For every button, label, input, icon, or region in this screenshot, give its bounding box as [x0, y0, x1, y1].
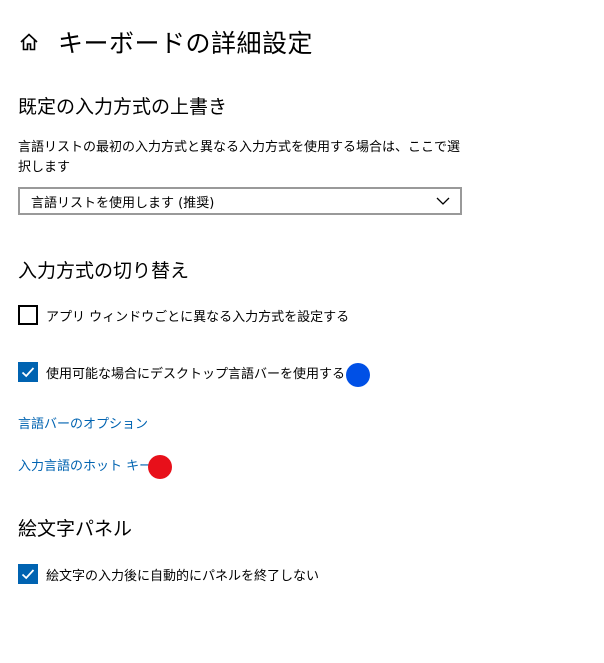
- per-app-checkbox[interactable]: [18, 305, 38, 325]
- section-title-override: 既定の入力方式の上書き: [18, 96, 228, 118]
- input-method-dropdown[interactable]: 言語リストを使用します (推奨): [18, 187, 462, 215]
- per-app-label: アプリ ウィンドウごとに異なる入力方式を設定する: [46, 309, 350, 325]
- desktop-language-bar-checkbox[interactable]: [18, 362, 38, 382]
- red-marker-dot: [148, 455, 172, 479]
- page-title: キーボードの詳細設定: [58, 29, 314, 58]
- section-title-switching: 入力方式の切り替え: [18, 260, 190, 282]
- emoji-keep-open-label: 絵文字の入力後に自動的にパネルを終了しない: [46, 568, 320, 584]
- override-description: 言語リストの最初の入力方式と異なる入力方式を使用する場合は、ここで選択します: [18, 140, 461, 175]
- emoji-keep-open-checkbox[interactable]: [18, 564, 38, 584]
- chevron-down-icon: [436, 195, 450, 207]
- section-title-emoji: 絵文字パネル: [18, 518, 133, 540]
- blue-marker-dot: [346, 363, 370, 387]
- dropdown-selected-value: 言語リストを使用します (推奨): [31, 195, 215, 211]
- home-icon[interactable]: [18, 31, 40, 53]
- language-bar-options-link[interactable]: 言語バーのオプション: [18, 413, 148, 432]
- page-header: キーボードの詳細設定: [18, 24, 313, 60]
- desktop-language-bar-label: 使用可能な場合にデスクトップ言語バーを使用する: [46, 366, 346, 382]
- emoji-panel-keep-open-option[interactable]: 絵文字の入力後に自動的にパネルを終了しない: [18, 564, 319, 584]
- input-language-hot-keys-link[interactable]: 入力言語のホット キー: [18, 455, 152, 474]
- desktop-language-bar-option[interactable]: 使用可能な場合にデスクトップ言語バーを使用する: [18, 362, 345, 382]
- per-app-input-method-option[interactable]: アプリ ウィンドウごとに異なる入力方式を設定する: [18, 305, 349, 325]
